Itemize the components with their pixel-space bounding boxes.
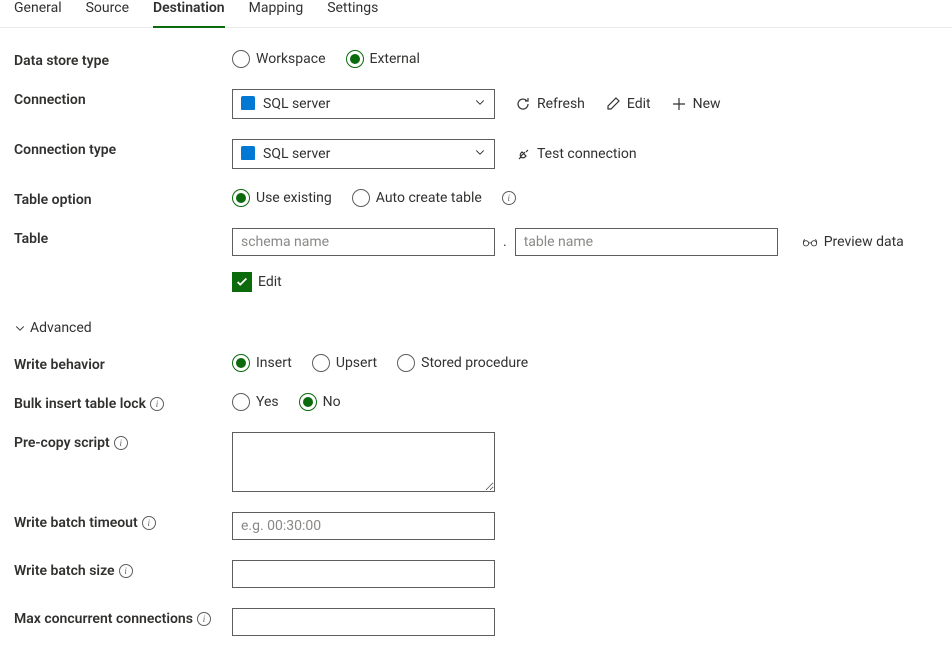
radio-upsert[interactable]: Upsert	[312, 354, 377, 372]
info-icon[interactable]: i	[197, 612, 211, 626]
plus-icon	[671, 96, 687, 112]
preview-data-label: Preview data	[824, 234, 904, 250]
chevron-down-icon	[14, 322, 26, 334]
radio-workspace[interactable]: Workspace	[232, 50, 326, 68]
info-icon[interactable]: i	[119, 564, 133, 578]
tab-settings[interactable]: Settings	[327, 0, 378, 28]
label-table-option: Table option	[14, 189, 232, 208]
connection-type-select[interactable]: SQL server	[232, 139, 495, 169]
sql-server-icon	[241, 98, 255, 110]
table-input[interactable]	[515, 228, 778, 256]
tab-mapping[interactable]: Mapping	[249, 0, 304, 28]
edit-connection-button[interactable]: Edit	[605, 96, 651, 112]
label-connection-type: Connection type	[14, 139, 232, 158]
max-conn-input[interactable]	[232, 608, 495, 636]
chevron-down-icon	[474, 96, 486, 112]
label-write-behavior: Write behavior	[14, 354, 232, 373]
radio-no-label: No	[323, 394, 341, 410]
radio-use-existing[interactable]: Use existing	[232, 189, 332, 207]
advanced-toggle[interactable]: Advanced	[14, 320, 92, 336]
label-table: Table	[14, 228, 232, 247]
radio-lock-yes[interactable]: Yes	[232, 393, 279, 411]
refresh-label: Refresh	[537, 96, 585, 112]
radio-external[interactable]: External	[346, 50, 420, 68]
chevron-down-icon	[474, 146, 486, 162]
radio-external-label: External	[370, 51, 420, 67]
tabs-bar: General Source Destination Mapping Setti…	[0, 0, 952, 28]
radio-use-existing-label: Use existing	[256, 190, 332, 206]
batch-size-input[interactable]	[232, 560, 495, 588]
label-max-conn: Max concurrent connections i	[14, 608, 232, 627]
refresh-icon	[515, 96, 531, 112]
advanced-label: Advanced	[30, 320, 92, 336]
radio-upsert-label: Upsert	[336, 355, 377, 371]
radio-dot-icon	[352, 189, 370, 207]
radio-auto-create-label: Auto create table	[376, 190, 482, 206]
radio-stored-procedure[interactable]: Stored procedure	[397, 354, 528, 372]
radio-dot-icon	[299, 393, 317, 411]
tab-general[interactable]: General	[14, 0, 62, 28]
radio-workspace-label: Workspace	[256, 51, 326, 67]
connection-select-value: SQL server	[263, 96, 330, 112]
info-icon[interactable]: i	[502, 191, 516, 205]
glasses-icon	[802, 234, 818, 250]
test-connection-label: Test connection	[537, 146, 637, 162]
pre-copy-script-textarea[interactable]	[232, 432, 495, 492]
connection-type-value: SQL server	[263, 146, 330, 162]
connection-select[interactable]: SQL server	[232, 89, 495, 119]
pencil-icon	[605, 96, 621, 112]
info-icon[interactable]: i	[142, 516, 156, 530]
label-batch-size: Write batch size i	[14, 560, 232, 579]
radio-yes-label: Yes	[256, 394, 279, 410]
radio-dot-icon	[312, 354, 330, 372]
tab-source[interactable]: Source	[86, 0, 129, 28]
edit-connection-label: Edit	[627, 96, 651, 112]
check-icon	[235, 275, 249, 289]
new-connection-button[interactable]: New	[671, 96, 721, 112]
edit-table-label: Edit	[258, 274, 282, 290]
label-bulk-lock: Bulk insert table lock i	[14, 393, 232, 412]
label-data-store-type: Data store type	[14, 50, 232, 69]
test-connection-button[interactable]: Test connection	[515, 146, 637, 162]
form-body: Data store type Workspace External Conne…	[0, 28, 952, 312]
schema-input[interactable]	[232, 228, 495, 256]
info-icon[interactable]: i	[150, 397, 164, 411]
schema-table-separator: .	[501, 234, 509, 250]
radio-dot-icon	[346, 50, 364, 68]
tab-destination[interactable]: Destination	[153, 0, 225, 28]
plug-icon	[515, 146, 531, 162]
sql-server-icon	[241, 148, 255, 160]
radio-dot-icon	[232, 393, 250, 411]
radio-dot-icon	[232, 189, 250, 207]
radio-auto-create[interactable]: Auto create table	[352, 189, 482, 207]
new-connection-label: New	[693, 96, 721, 112]
preview-data-button[interactable]: Preview data	[802, 234, 904, 250]
radio-insert[interactable]: Insert	[232, 354, 292, 372]
batch-timeout-input[interactable]	[232, 512, 495, 540]
edit-table-checkbox[interactable]	[232, 272, 252, 292]
label-connection: Connection	[14, 89, 232, 108]
refresh-button[interactable]: Refresh	[515, 96, 585, 112]
radio-dot-icon	[232, 50, 250, 68]
radio-dot-icon	[232, 354, 250, 372]
info-icon[interactable]: i	[114, 436, 128, 450]
label-batch-timeout: Write batch timeout i	[14, 512, 232, 531]
radio-insert-label: Insert	[256, 355, 292, 371]
label-pre-copy: Pre-copy script i	[14, 432, 232, 451]
radio-dot-icon	[397, 354, 415, 372]
radio-sproc-label: Stored procedure	[421, 355, 528, 371]
radio-lock-no[interactable]: No	[299, 393, 341, 411]
